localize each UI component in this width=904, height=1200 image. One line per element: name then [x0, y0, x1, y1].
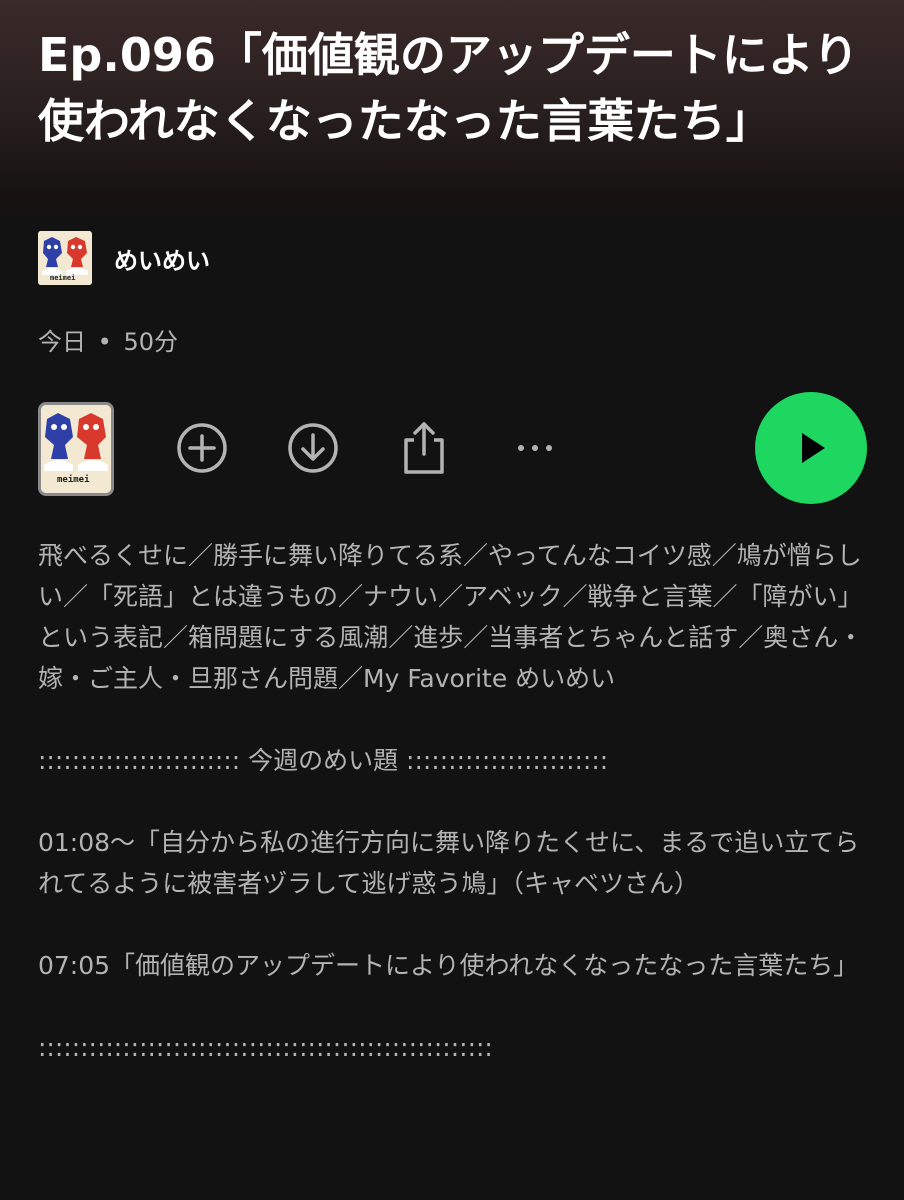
meta-separator: •: [97, 328, 112, 356]
timestamp-item: 07:05「価値観のアップデートにより使われなくなったなった言葉たち」: [38, 951, 859, 980]
download-circle-icon: [288, 423, 338, 473]
episode-meta: 今日 • 50分: [38, 322, 178, 357]
share-button[interactable]: [398, 422, 450, 474]
timestamp-item: 01:08〜「自分から私の進行方向に舞い降りたくせに、まるで追い立てられてるよう…: [38, 828, 860, 898]
download-button[interactable]: [287, 422, 339, 474]
artwork-label: meimei: [50, 274, 76, 282]
topics-text: 飛べるくせに／勝手に舞い降りてる系／やってんなコイツ感／鳩が憎らしい／「死語」と…: [38, 541, 864, 693]
show-name: めいめい: [114, 246, 210, 275]
episode-duration: 50分: [123, 328, 178, 356]
more-icon: [518, 445, 552, 451]
plus-circle-icon: [177, 423, 227, 473]
show-link[interactable]: meimei めいめい: [38, 230, 210, 286]
divider-text: ::::::::::::::::::::::::::::::::::::::::…: [38, 1033, 493, 1062]
add-button[interactable]: [176, 422, 228, 474]
episode-description: 飛べるくせに／勝手に舞い降りてる系／やってんなコイツ感／鳩が憎らしい／「死語」と…: [38, 535, 868, 1068]
show-artwork: meimei: [38, 231, 92, 285]
play-button[interactable]: [755, 392, 867, 504]
episode-date: 今日: [38, 328, 86, 356]
episode-thumbnail[interactable]: meimei: [38, 402, 114, 496]
episode-page: Ep.096「価値観のアップデートにより使われなくなったなった言葉たち」 mei…: [0, 0, 904, 1200]
action-bar: meimei: [0, 390, 904, 506]
thumbnail-label: meimei: [57, 475, 90, 485]
more-options-button[interactable]: [509, 422, 561, 474]
section-header: :::::::::::::::::::::::: 今週のめい題 ::::::::…: [38, 746, 609, 775]
play-icon: [802, 433, 825, 463]
episode-title: Ep.096「価値観のアップデートにより使われなくなったなった言葉たち」: [38, 28, 859, 148]
share-icon: [404, 422, 444, 474]
